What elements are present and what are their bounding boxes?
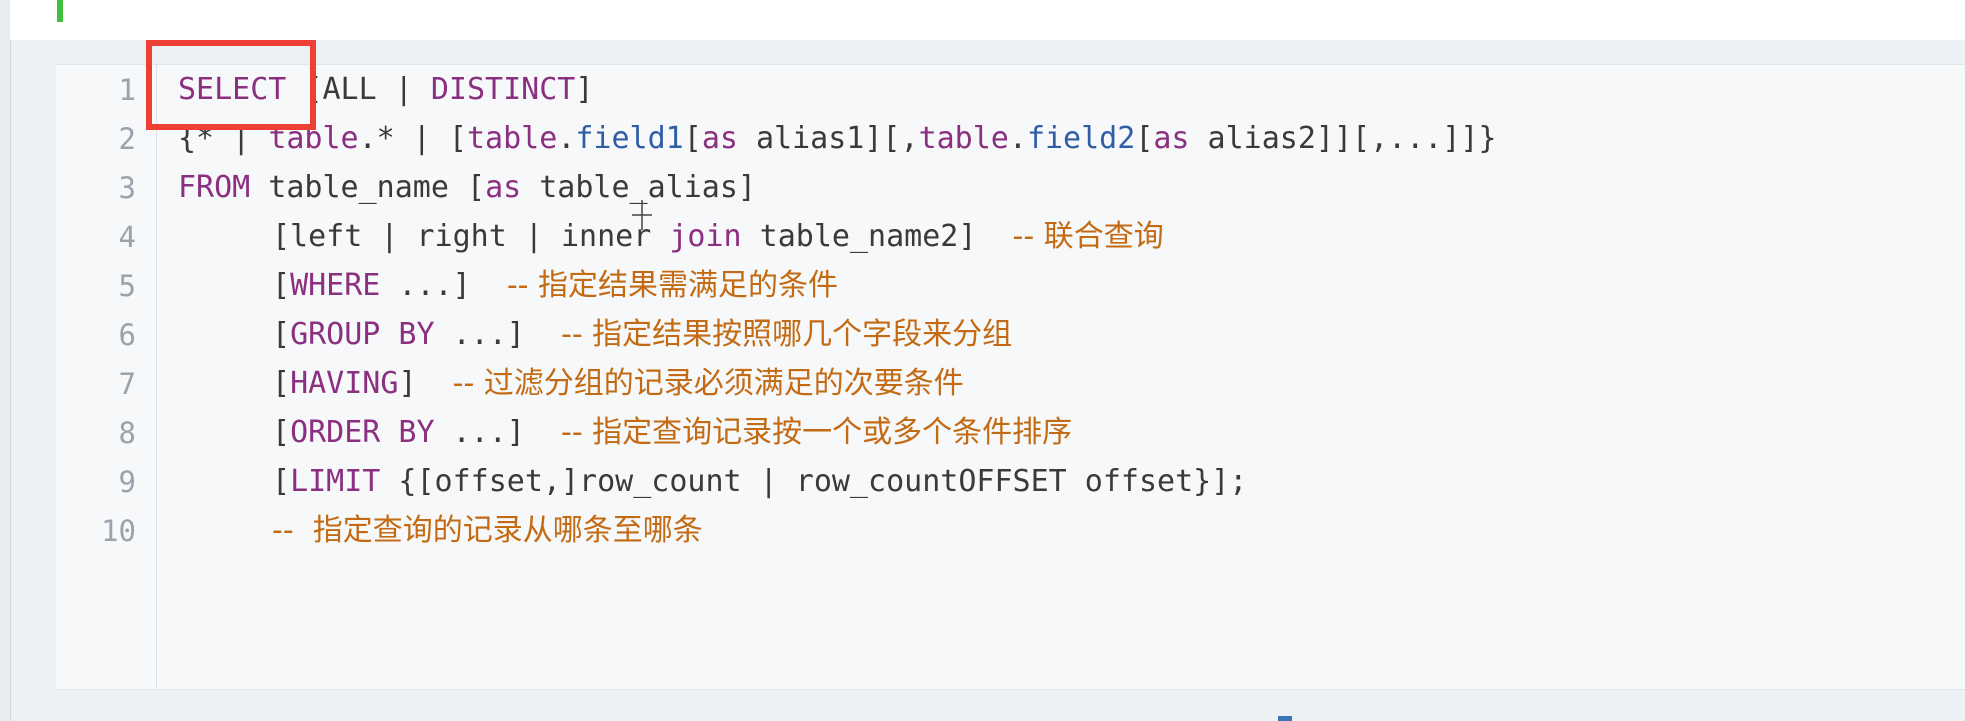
line-number: 2 [118,122,136,156]
left-window-edge [0,0,11,721]
editor-top-area[interactable] [10,0,1965,40]
line-number: 10 [101,514,136,548]
code-line: [GROUP BY ...] -- 指定结果按照哪几个字段来分组 [272,317,1013,352]
code-line: [left | right | inner join table_name2] … [272,219,1164,254]
code-line: [HAVING] -- 过滤分组的记录必须满足的次要条件 [272,366,964,401]
code-line: [LIMIT {[offset,]row_count | row_countOF… [272,464,1248,499]
line-number: 5 [118,269,136,303]
select-highlight-box [146,40,316,130]
code-line: {* | table.* | [table.field1[as alias1][… [178,121,1497,156]
code-line: [WHERE ...] -- 指定结果需满足的条件 [272,268,838,303]
code-line: -- 指定查询的记录从哪条至哪条 [272,513,703,548]
code-line: [ORDER BY ...] -- 指定查询记录按一个或多个条件排序 [272,415,1073,450]
line-number: 8 [118,416,136,450]
line-number: 3 [118,171,136,205]
line-number: 9 [118,465,136,499]
line-number: 6 [118,318,136,352]
bottom-indicator [1278,716,1292,721]
crosshair-cursor-icon [632,200,652,230]
code-line: FROM table_name [as table_alias] [178,170,756,205]
cursor-line-indicator [57,0,63,22]
line-number: 1 [118,73,136,107]
line-number: 7 [118,367,136,401]
screen: 1 2 3 4 5 6 7 8 9 10 SELECT [ALL | DISTI… [0,0,1965,721]
line-number: 4 [118,220,136,254]
code-block[interactable]: 1 2 3 4 5 6 7 8 9 10 SELECT [ALL | DISTI… [56,64,1965,690]
line-number-gutter: 1 2 3 4 5 6 7 8 9 10 [56,65,157,689]
